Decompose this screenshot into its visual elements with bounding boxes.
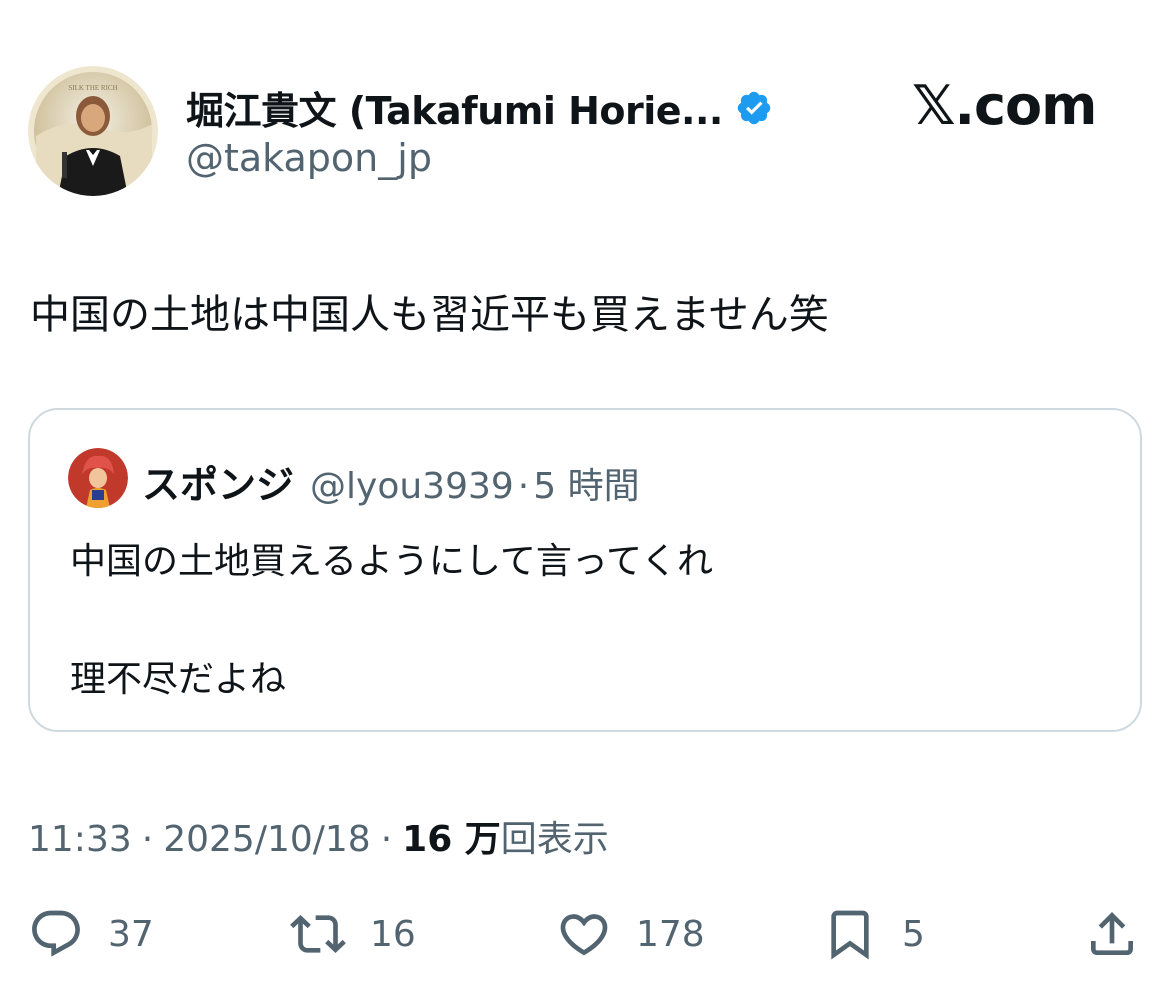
verified-badge-icon [737,91,771,124]
tweet-text: 中国の土地は中国人も習近平も買えません笑 [30,292,829,338]
quoted-separator: · [517,466,530,507]
reply-count: 37 [108,913,154,955]
like-button[interactable]: 178 [556,904,705,964]
reply-icon [32,910,80,957]
views-count: 16 万 [402,819,501,860]
quoted-text-line-1: 中国の土地買えるようにして言ってくれ [70,541,713,582]
tweet-time[interactable]: 11:33 [28,819,132,860]
quoted-author-handle[interactable]: @lyou3939 [310,466,514,507]
retweet-button[interactable]: 16 [290,904,416,964]
share-icon [1091,912,1133,955]
retweet-count: 16 [370,913,416,955]
quoted-tweet-card[interactable]: スポンジ @lyou3939 · 5 時間 中国の土地買えるようにして言ってくれ… [28,408,1142,732]
quoted-text-line-2: 理不尽だよね [70,659,287,700]
quoted-author-avatar[interactable] [68,448,128,508]
tweet-date[interactable]: 2025/10/18 [163,819,371,860]
x-logo-label[interactable]: 𝕏.com [912,74,1097,137]
author-display-name[interactable]: 堀江貴文 (Takafumi Horie... [186,80,723,135]
bookmark-icon [831,910,869,960]
bookmark-count: 5 [902,913,925,955]
quoted-tweet-header: スポンジ @lyou3939 · 5 時間 [142,454,640,509]
share-button[interactable] [1084,904,1140,964]
quoted-author-name[interactable]: スポンジ [142,454,294,509]
author-handle[interactable]: @takapon_jp [186,136,432,180]
tweet-screenshot: SILK THE RICH 堀江貴文 (Takafumi Horie... @t… [0,0,1170,987]
avatar-logo-text: SILK THE RICH [68,84,117,92]
reply-button[interactable]: 37 [28,904,154,964]
views-label: 回表示 [500,819,609,860]
meta-separator: · [380,819,393,860]
bookmark-button[interactable]: 5 [822,904,925,964]
author-name-row[interactable]: 堀江貴文 (Takafumi Horie... [186,80,773,135]
retweet-icon [290,915,346,953]
like-count: 178 [636,913,705,955]
tweet-meta: 11:33 · 2025/10/18 · 16 万 回表示 [28,810,609,862]
like-icon [560,914,608,956]
meta-separator: · [141,819,154,860]
author-avatar[interactable]: SILK THE RICH [28,66,158,196]
quoted-timestamp[interactable]: 5 時間 [533,457,639,509]
